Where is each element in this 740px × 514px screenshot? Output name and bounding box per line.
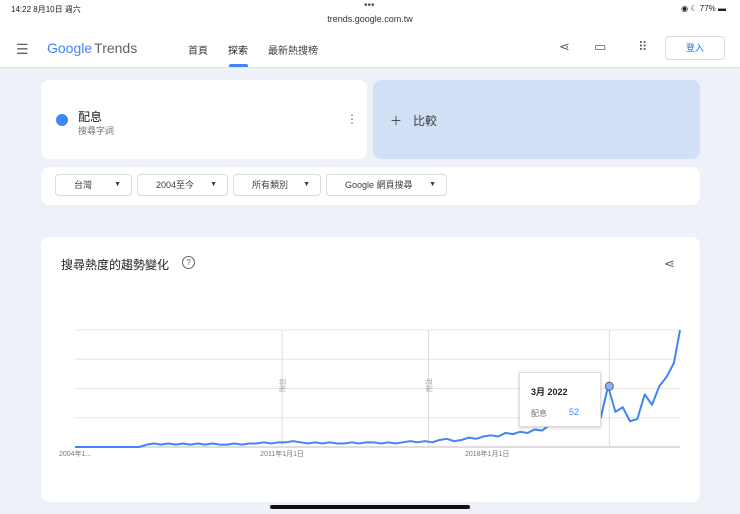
active-tab-indicator [229,64,248,67]
logo-google: Google [47,40,93,56]
status-bar: 14:22 8月10日 週六 ••• trends.google.com.tw … [0,0,740,28]
dropdown-arrow-icon: ▼ [210,181,217,188]
dropdown-arrow-icon: ▼ [114,181,121,188]
chart-tooltip: 3月 2022 配息 52 [519,372,601,427]
filter-category[interactable]: 所有類別 ▼ [233,174,321,196]
compare-label: 比較 [413,114,438,128]
logo-trends: Trends [94,40,138,56]
filter-time-label: 2004至今 [156,180,195,190]
nav-home[interactable]: 首頁 [188,42,208,57]
top-bar: ☰ Google Trends 首頁 探索 最新熱搜榜 ⋖ ▭ ⠿ 登入 [0,28,740,68]
tooltip-value: 52 [569,407,580,417]
status-icons: ◉ ☾ 77% ▬ [681,4,726,13]
battery-level: 77% [699,4,716,13]
filter-search-type-label: Google 網頁搜尋 [345,180,413,190]
filter-category-label: 所有類別 [252,180,289,190]
chart-title: 搜尋熱度的趨勢變化 [61,258,170,272]
home-indicator [270,505,470,509]
chart-share-icon[interactable]: ⋖ [664,256,675,272]
plus-icon: ＋ [390,114,403,128]
more-dots-icon[interactable]: ••• [364,0,375,11]
nav-trending[interactable]: 最新熱搜榜 [268,42,318,57]
search-term[interactable]: 配息 [78,108,102,125]
filter-region-label: 台灣 [74,180,93,190]
help-icon[interactable]: ? [182,256,195,269]
tooltip-term: 配息 [531,409,547,418]
hamburger-menu-icon[interactable]: ☰ [16,41,29,58]
dropdown-arrow-icon: ▼ [429,181,436,188]
google-trends-logo[interactable]: Google Trends [47,40,137,56]
dropdown-arrow-icon: ▼ [303,181,310,188]
more-options-icon[interactable]: ⋮ [346,112,358,126]
interest-over-time-card [41,237,700,502]
login-button[interactable]: 登入 [665,36,725,60]
url-bar[interactable]: trends.google.com.tw [0,14,740,24]
filter-search-type[interactable]: Google 網頁搜尋 ▼ [326,174,447,196]
share-icon[interactable]: ⋖ [559,39,570,55]
filter-region[interactable]: 台灣 ▼ [55,174,132,196]
tooltip-date: 3月 2022 [531,387,568,397]
term-color-dot [56,114,68,126]
filter-time[interactable]: 2004至今 ▼ [137,174,228,196]
nav-explore[interactable]: 探索 [228,42,248,57]
compare-button[interactable]: ＋ 比較 [373,80,700,159]
search-term-type: 搜尋字詞 [78,126,115,136]
apps-grid-icon[interactable]: ⠿ [638,39,648,55]
feedback-icon[interactable]: ▭ [594,39,606,55]
